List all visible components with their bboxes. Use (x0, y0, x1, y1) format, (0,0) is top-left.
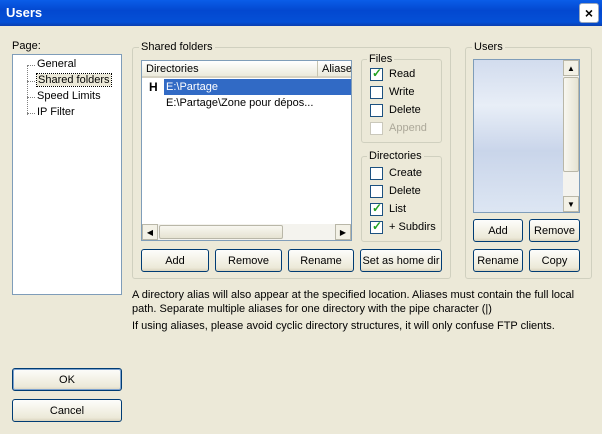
directories-legend: Directories (367, 150, 424, 162)
tree-item-speed-limits[interactable]: Speed Limits (37, 90, 101, 102)
vertical-scrollbar[interactable]: ▲ ▼ (563, 60, 579, 212)
checkbox-box (370, 104, 383, 117)
directory-row[interactable]: E:\Partage\Zone pour dépos... (142, 95, 351, 111)
delete-file-label: Delete (389, 104, 421, 116)
write-label: Write (389, 86, 415, 98)
directory-path: E:\Partage\Zone pour dépos... (166, 97, 314, 109)
checkbox-box: ✓ (370, 66, 383, 81)
read-label: Read (389, 68, 416, 80)
files-group: Files ✓ Read Write Delete Append (361, 53, 442, 143)
copy-user-button[interactable]: Copy (529, 249, 580, 272)
scrollbar-thumb[interactable] (159, 225, 283, 239)
column-header-aliases[interactable]: Aliases (318, 61, 351, 78)
tree-line (27, 81, 35, 82)
users-list-blurred-content (474, 60, 563, 212)
add-user-button[interactable]: Add (473, 219, 523, 242)
home-dir-marker: H (149, 80, 158, 94)
directory-row[interactable]: H E:\Partage (142, 78, 351, 96)
directories-list[interactable]: Directories Aliases H E:\Partage E:\Part… (141, 60, 352, 241)
tree-line (27, 65, 35, 66)
title-bar: Users × (0, 0, 602, 26)
alias-info-text: A directory alias will also appear at th… (132, 289, 575, 315)
window-title: Users (6, 5, 43, 20)
directory-path: E:\Partage (163, 78, 351, 96)
check-icon: ✓ (372, 219, 383, 233)
check-icon: ✓ (372, 66, 383, 80)
ok-button[interactable]: OK (12, 368, 122, 391)
checkbox-box: ✓ (370, 219, 383, 234)
close-icon: × (584, 5, 594, 21)
delete-dir-label: Delete (389, 185, 421, 197)
users-legend: Users (472, 41, 505, 53)
files-legend: Files (367, 53, 395, 65)
cyclic-warning-text: If using aliases, please avoid cyclic di… (132, 320, 555, 332)
scroll-down-icon[interactable]: ▼ (563, 196, 579, 212)
tree-item-general[interactable]: General (37, 58, 76, 70)
page-label: Page: (12, 40, 41, 52)
tree-line (27, 65, 28, 115)
checkbox-box (370, 167, 383, 180)
shared-folders-legend: Shared folders (139, 41, 215, 53)
tree-line (27, 113, 35, 114)
remove-folder-button[interactable]: Remove (215, 249, 282, 272)
scroll-left-icon[interactable]: ◀ (142, 224, 158, 240)
page-tree[interactable]: General Shared folders Speed Limits IP F… (12, 54, 122, 295)
scroll-up-icon[interactable]: ▲ (563, 60, 579, 76)
check-icon: ✓ (372, 201, 383, 215)
checkbox-box (370, 122, 383, 135)
scroll-right-icon[interactable]: ▶ (335, 224, 351, 240)
set-home-dir-button[interactable]: Set as home dir (360, 249, 442, 272)
scrollbar-thumb[interactable] (563, 77, 579, 172)
horizontal-scrollbar[interactable]: ◀ ▶ (142, 224, 351, 240)
directories-group: Directories Create Delete ✓ List ✓ + Sub… (361, 150, 442, 242)
tree-line (27, 97, 35, 98)
rename-folder-button[interactable]: Rename (288, 249, 354, 272)
tree-item-shared-folders[interactable]: Shared folders (36, 73, 112, 87)
subdirs-label: + Subdirs (389, 221, 436, 233)
remove-user-button[interactable]: Remove (529, 219, 580, 242)
checkbox-box (370, 185, 383, 198)
rename-user-button[interactable]: Rename (473, 249, 523, 272)
checkbox-box (370, 86, 383, 99)
list-label: List (389, 203, 407, 215)
users-dialog: Users × Page: General Shared folders Spe… (0, 0, 602, 434)
users-list[interactable]: ▲ ▼ (473, 59, 580, 213)
checkbox-box: ✓ (370, 201, 383, 216)
add-folder-button[interactable]: Add (141, 249, 209, 272)
create-label: Create (389, 167, 423, 179)
column-header-directories[interactable]: Directories (142, 61, 318, 78)
tree-item-ip-filter[interactable]: IP Filter (37, 106, 75, 118)
append-label: Append (389, 122, 427, 134)
close-button[interactable]: × (579, 3, 599, 23)
cancel-button[interactable]: Cancel (12, 399, 122, 422)
